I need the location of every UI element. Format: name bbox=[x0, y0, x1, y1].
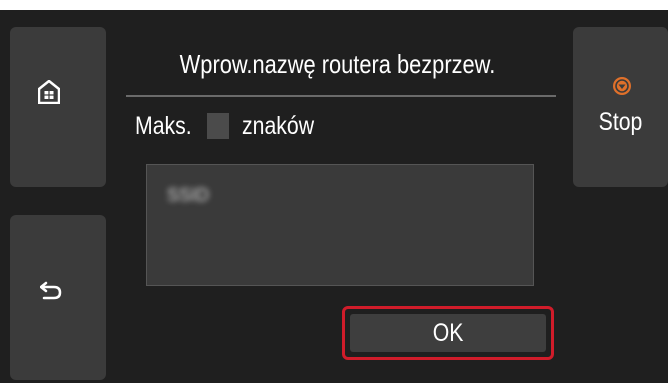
limit-suffix: znaków bbox=[241, 111, 314, 140]
limit-count-redacted bbox=[206, 113, 229, 140]
home-icon bbox=[37, 79, 61, 109]
router-name-input[interactable]: SSID bbox=[146, 164, 534, 286]
ok-label: OK bbox=[432, 319, 464, 347]
limit-prefix: Maks. bbox=[135, 111, 192, 140]
ok-button[interactable]: OK bbox=[350, 314, 546, 352]
divider bbox=[126, 95, 556, 97]
stop-button[interactable] bbox=[573, 27, 668, 187]
stop-label: Stop bbox=[598, 108, 643, 136]
character-limit: Maks. znaków bbox=[135, 111, 326, 141]
router-name-value: SSID bbox=[167, 185, 210, 205]
printer-panel-screen: Stop Wprow.nazwę routera bezprzew. Maks.… bbox=[0, 10, 668, 383]
page-title: Wprow.nazwę routera bezprzew. bbox=[179, 49, 496, 79]
stop-icon bbox=[612, 76, 632, 101]
back-arrow-icon bbox=[39, 280, 62, 305]
